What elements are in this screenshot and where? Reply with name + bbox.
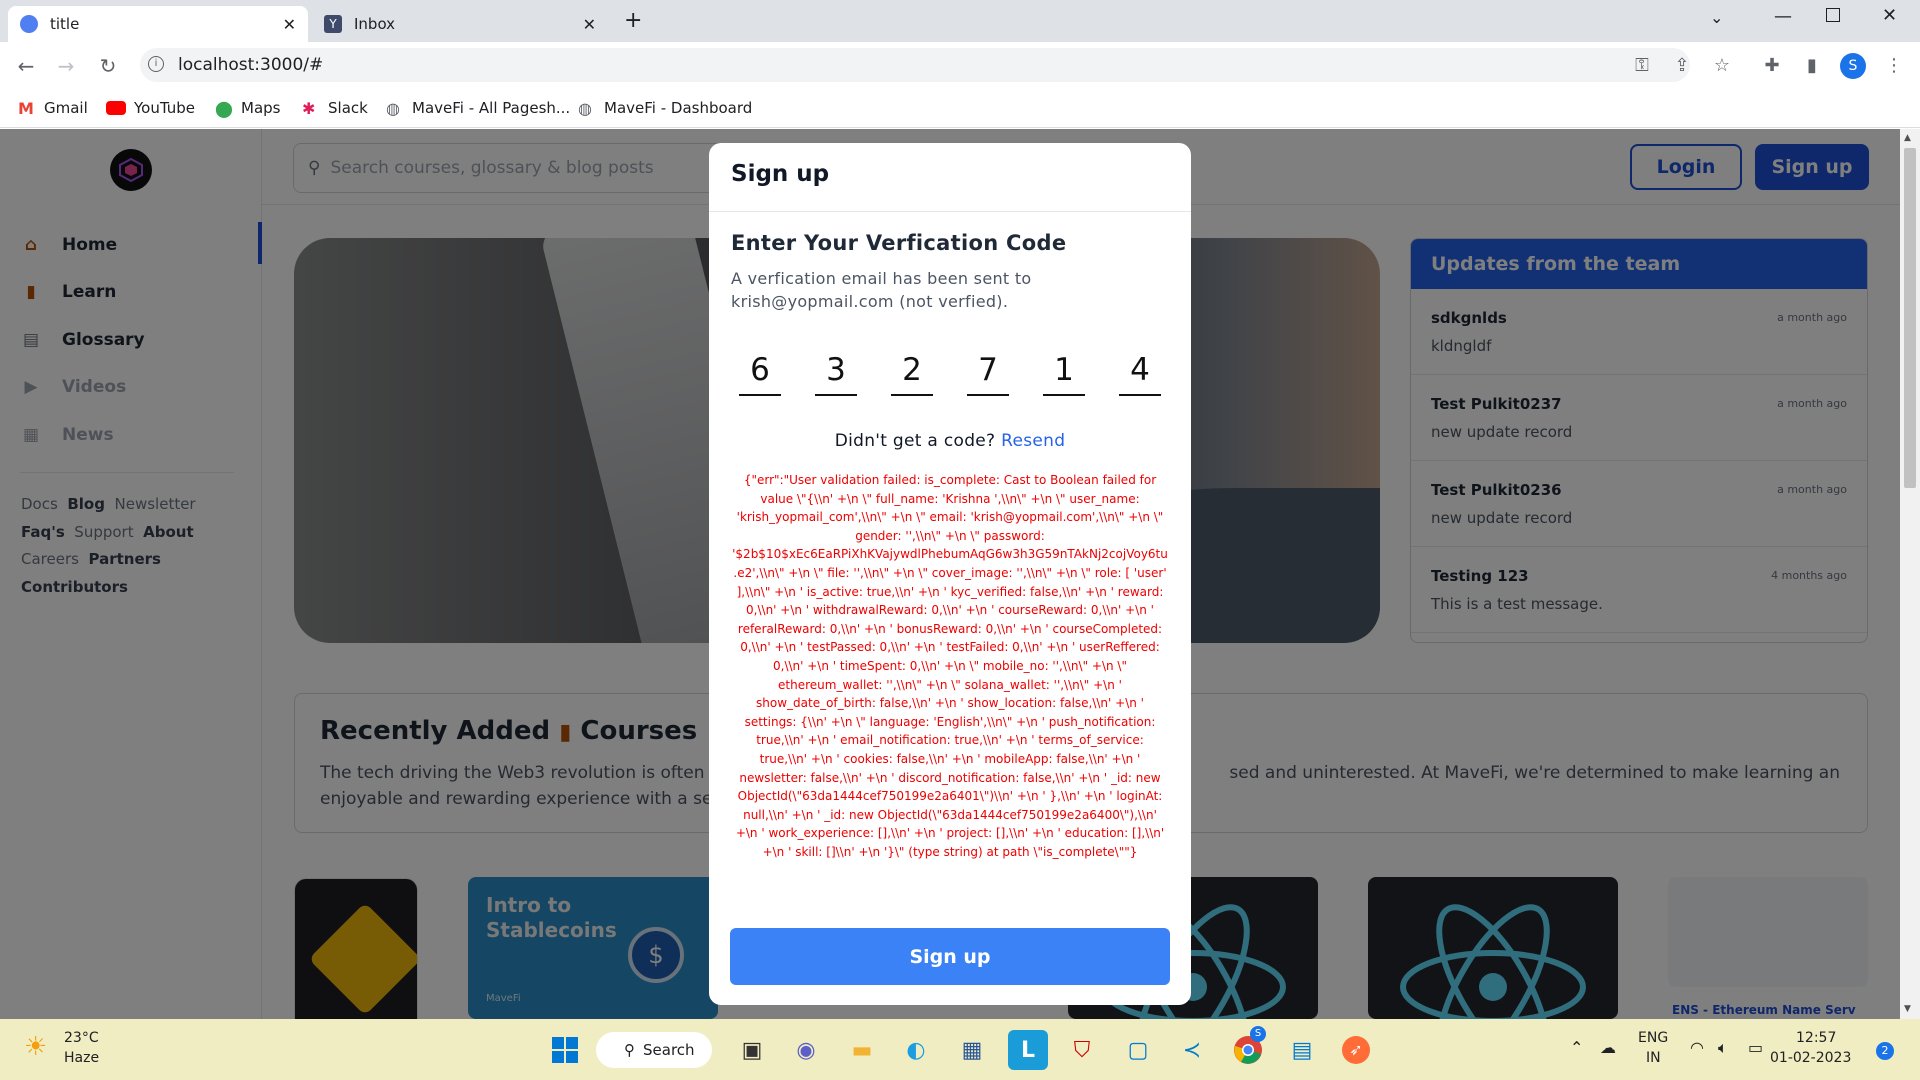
weather-temp[interactable]: 23°C xyxy=(64,1030,99,1046)
scrollbar-thumb[interactable] xyxy=(1904,148,1916,488)
file-explorer-icon[interactable]: ▬ xyxy=(842,1030,882,1070)
task-view-icon[interactable]: ▣ xyxy=(732,1030,772,1070)
maximize-icon[interactable] xyxy=(1826,8,1840,22)
bookmark-slack[interactable]: ✱ Slack xyxy=(302,96,368,120)
code-digit-input[interactable]: 3 xyxy=(815,348,857,396)
app-l-icon[interactable]: L xyxy=(1008,1030,1048,1070)
vscode-icon[interactable]: ≺ xyxy=(1172,1030,1212,1070)
taskbar-search-label: Search xyxy=(643,1041,695,1059)
scroll-up-icon[interactable]: ▲ xyxy=(1904,133,1911,143)
error-message: {"err":"User validation failed: is_compl… xyxy=(732,473,1168,859)
region-code: IN xyxy=(1646,1050,1661,1066)
volume-icon[interactable]: 🔈︎ xyxy=(1718,1038,1728,1058)
resend-link[interactable]: Resend xyxy=(1001,431,1065,451)
bookmark-label: MaveFi - Dashboard xyxy=(604,99,753,117)
share-icon[interactable]: ⇪ xyxy=(1668,52,1696,80)
bookmark-mavefi-pages[interactable]: ◍ MaveFi - All Pagesh... xyxy=(386,96,570,120)
teams-chat-icon[interactable]: ◉ xyxy=(786,1030,826,1070)
language-code[interactable]: ENG xyxy=(1638,1030,1668,1046)
globe-icon: ◍ xyxy=(386,99,400,118)
key-icon[interactable]: ⚿ xyxy=(1628,52,1656,80)
tab-title-label: title xyxy=(50,15,80,33)
close-tab-icon[interactable]: ✕ xyxy=(283,15,296,34)
maps-icon: ⬤ xyxy=(215,99,233,118)
outlook-icon[interactable]: ▢ xyxy=(1118,1030,1158,1070)
code-digit-input[interactable]: 7 xyxy=(967,348,1009,396)
windows-start-icon[interactable] xyxy=(545,1030,585,1070)
bookmark-maps[interactable]: ⬤ Maps xyxy=(215,96,280,120)
notepad-icon[interactable]: ▤ xyxy=(1282,1030,1322,1070)
slack-icon: ✱ xyxy=(302,99,316,118)
signup-modal: Sign up Enter Your Verfication Code A ve… xyxy=(709,143,1191,1005)
back-icon[interactable]: ← xyxy=(12,52,40,80)
edge-icon[interactable]: ◐ xyxy=(896,1030,936,1070)
code-digit-input[interactable]: 6 xyxy=(739,348,781,396)
bookmark-gmail[interactable]: M Gmail xyxy=(18,96,88,120)
clock-date: 01-02-2023 xyxy=(1770,1050,1852,1066)
bookmark-label: MaveFi - All Pagesh... xyxy=(412,99,571,117)
bookmark-label: Maps xyxy=(241,99,281,117)
weather-haze-icon[interactable]: ☀ xyxy=(24,1032,47,1062)
menu-kebab-icon[interactable]: ⋮ xyxy=(1880,52,1908,80)
reload-icon[interactable]: ↻ xyxy=(94,52,122,80)
resend-line: Didn't get a code? Resend xyxy=(709,431,1191,451)
code-digit-input[interactable]: 4 xyxy=(1119,348,1161,396)
mcafee-icon[interactable]: ⛉ xyxy=(1062,1030,1102,1070)
tab-inbox-label: Inbox xyxy=(354,15,396,33)
profile-avatar[interactable]: S xyxy=(1840,53,1866,79)
postman-icon[interactable]: ➶ xyxy=(1336,1030,1376,1070)
minimize-icon[interactable]: — xyxy=(1774,6,1792,27)
youtube-icon xyxy=(106,101,126,115)
url-text: localhost:3000/# xyxy=(178,55,324,75)
verification-description: A verfication email has been sent to kri… xyxy=(731,269,1032,311)
wifi-icon[interactable]: ◠ xyxy=(1690,1038,1704,1057)
search-icon: ⚲ xyxy=(624,1041,635,1059)
notification-count-badge[interactable]: 2 xyxy=(1876,1042,1894,1060)
bookmark-label: YouTube xyxy=(134,99,195,117)
battery-icon[interactable]: ▭ xyxy=(1748,1038,1763,1057)
chrome-profile-badge: S xyxy=(1250,1026,1266,1042)
bookmark-star-icon[interactable]: ☆ xyxy=(1708,52,1736,80)
store-icon[interactable]: ▦ xyxy=(952,1030,992,1070)
scroll-down-icon[interactable]: ▼ xyxy=(1904,1004,1911,1014)
weather-desc: Haze xyxy=(64,1050,100,1066)
yopmail-favicon-icon: Y xyxy=(324,15,342,33)
new-tab-icon[interactable]: + xyxy=(624,8,642,33)
bookmark-youtube[interactable]: YouTube xyxy=(106,96,195,120)
tab-title[interactable]: title ✕ xyxy=(8,6,308,42)
close-tab-icon[interactable]: ✕ xyxy=(583,15,596,34)
modal-signup-button[interactable]: Sign up xyxy=(730,928,1170,985)
close-window-icon[interactable]: ✕ xyxy=(1882,5,1897,26)
side-panel-icon[interactable]: ▮ xyxy=(1798,52,1826,80)
tab-search-icon[interactable]: ⌄ xyxy=(1710,8,1723,27)
code-digit-input[interactable]: 2 xyxy=(891,348,933,396)
resend-prompt: Didn't get a code? xyxy=(834,431,996,451)
forward-icon[interactable]: → xyxy=(52,52,80,80)
address-bar[interactable] xyxy=(140,48,1690,82)
tab-inbox[interactable]: Y Inbox ✕ xyxy=(312,6,608,42)
site-info-icon[interactable]: i xyxy=(148,56,164,72)
bookmark-label: Gmail xyxy=(44,99,88,117)
modal-divider xyxy=(709,211,1191,212)
modal-title: Sign up xyxy=(731,161,830,187)
extensions-icon[interactable]: ✚ xyxy=(1758,52,1786,80)
bookmarks-bar xyxy=(0,88,1920,128)
bookmark-label: Slack xyxy=(328,99,368,117)
gmail-icon: M xyxy=(18,99,34,118)
app-favicon-icon xyxy=(20,15,38,33)
tray-chevron-icon[interactable]: ⌃ xyxy=(1570,1038,1583,1057)
taskbar-search[interactable]: ⚲ Search xyxy=(596,1032,712,1068)
verification-heading: Enter Your Verfication Code xyxy=(731,231,1067,255)
onedrive-icon[interactable]: ☁ xyxy=(1600,1038,1616,1057)
globe-icon: ◍ xyxy=(578,99,592,118)
code-digit-input[interactable]: 1 xyxy=(1043,348,1085,396)
clock-time[interactable]: 12:57 xyxy=(1796,1030,1836,1046)
bookmark-mavefi-dashboard[interactable]: ◍ MaveFi - Dashboard xyxy=(578,96,752,120)
